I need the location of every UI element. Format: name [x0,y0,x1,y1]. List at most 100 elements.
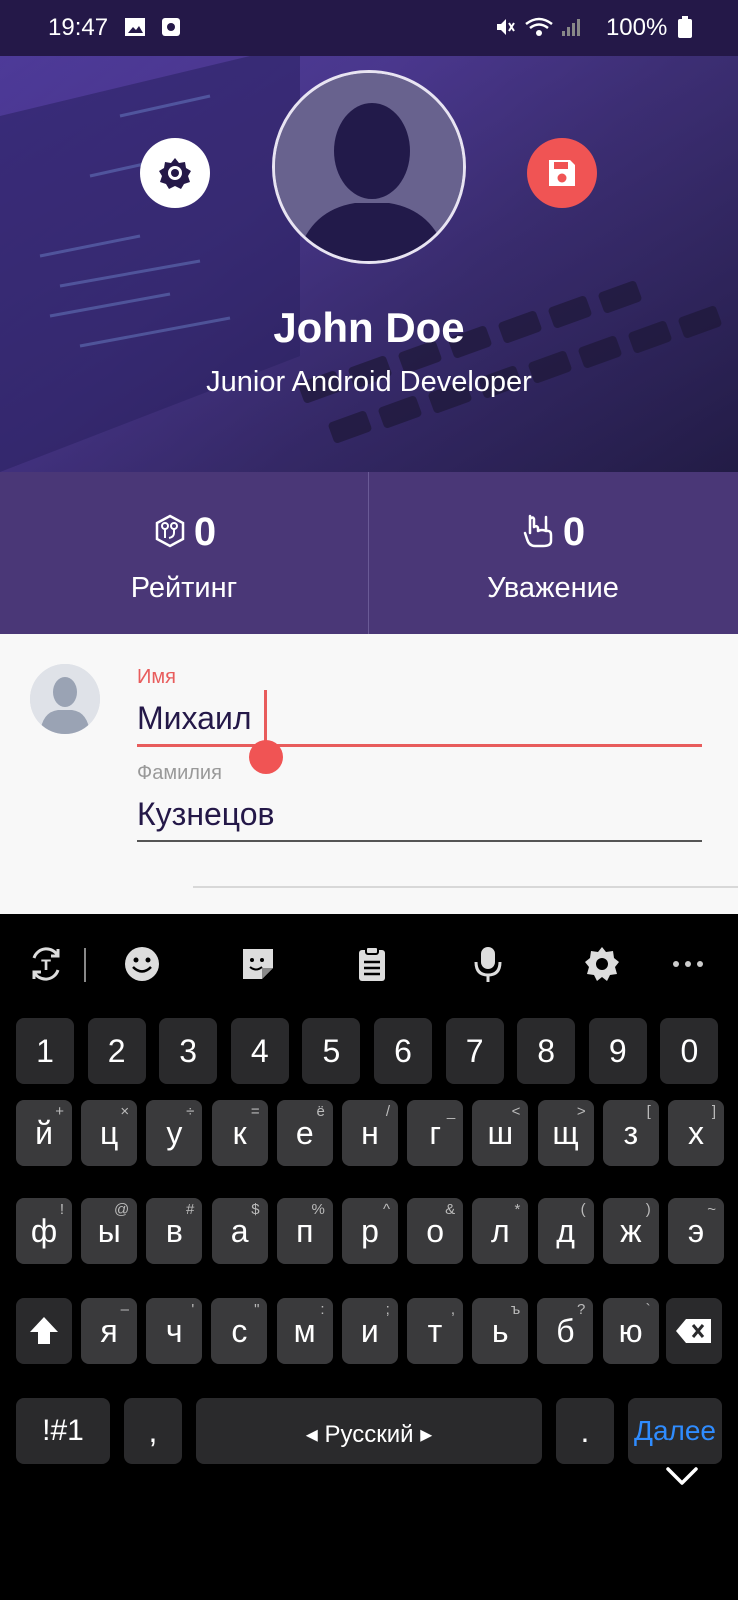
backspace-icon [676,1319,711,1343]
symbols-key[interactable]: !#1 [16,1398,110,1464]
keyboard-settings-icon[interactable] [582,944,622,984]
key-letter[interactable]: + й [16,1100,72,1166]
signal-icon [562,19,580,36]
key-secondary-char: # [186,1201,195,1218]
key-7[interactable]: 7 [445,1018,504,1084]
more-icon[interactable] [668,944,708,984]
translate-icon[interactable]: T [26,944,66,984]
rating-label: Рейтинг [130,572,238,604]
key-letter[interactable]: = к [211,1100,268,1166]
key-letter[interactable]: " с [211,1298,268,1364]
key-4[interactable]: 4 [230,1018,289,1084]
settings-button[interactable] [140,138,210,208]
key-letter[interactable]: ёе [276,1100,333,1166]
key-secondary-char: ъ [510,1301,521,1318]
key-letter[interactable]: _ г [407,1100,464,1166]
last-name-underline [137,840,702,842]
clipboard-icon[interactable] [352,944,392,984]
mic-icon[interactable] [468,944,508,984]
shift-key[interactable] [16,1298,72,1364]
key-letter[interactable]: – я [81,1298,137,1364]
space-label: ◂ Русский ▸ [305,1421,433,1448]
key-secondary-char: / [385,1103,390,1120]
screen-record-icon [162,18,180,36]
key-secondary-char: ) [645,1201,651,1218]
key-letter[interactable]: ` ю [602,1298,659,1364]
key-label: 5 [322,1033,341,1069]
key-label: 0 [680,1033,699,1069]
key-secondary-char: > [576,1103,586,1120]
key-letter[interactable]: ÷ у [146,1100,203,1166]
stat-rating[interactable]: 0 Рейтинг [0,472,368,634]
key-letter[interactable]: ~ э [668,1198,724,1264]
key-letter[interactable]: ; и [341,1298,398,1364]
hide-keyboard-icon[interactable] [660,1454,704,1498]
key-secondary-char: , [450,1301,455,1318]
user-title: Junior Android Developer [206,366,532,398]
key-letter[interactable]: ) ж [602,1198,659,1264]
key-secondary-char: × [120,1103,130,1120]
key-letter[interactable]: < ш [472,1100,529,1166]
key-label: 3 [179,1033,198,1069]
space-key[interactable]: ◂ Русский ▸ [196,1398,542,1464]
last-name-field[interactable] [137,790,702,838]
cursor-handle[interactable] [249,740,283,774]
profile-avatar[interactable] [272,70,466,264]
key-label: !#1 [42,1414,84,1447]
key-secondary-char: * [514,1201,521,1218]
key-letter[interactable]: @ ы [81,1198,138,1264]
stats-panel: 0 Рейтинг 0 Уважение [0,472,738,634]
toolbar-divider [84,948,86,982]
key-letter[interactable]: ъь [472,1298,529,1364]
key-9[interactable]: 9 [588,1018,647,1084]
backspace-key[interactable] [666,1298,722,1364]
status-time: 19:47 [48,14,109,41]
key-secondary-char: $ [251,1201,260,1218]
key-label: . [580,1413,590,1449]
key-label: 1 [36,1033,54,1069]
key-letter[interactable]: ,т [407,1298,463,1364]
sticker-icon[interactable] [238,944,278,984]
rating-badge-icon [155,514,185,548]
key-5[interactable]: 5 [302,1018,361,1084]
key-8[interactable]: 8 [517,1018,576,1084]
wifi-icon [525,17,553,36]
key-letter[interactable]: [з [602,1100,659,1166]
key-letter[interactable]: ^ р [342,1198,398,1264]
key-0[interactable]: 0 [660,1018,719,1084]
key-6[interactable]: 6 [374,1018,432,1084]
key-1[interactable]: 1 [16,1018,74,1084]
key-3[interactable]: 3 [159,1018,218,1084]
key-letter[interactable]: / н [342,1100,398,1166]
key-letter[interactable]: # в [146,1198,203,1264]
key-letter[interactable]: ? б [537,1298,594,1364]
key-secondary-char: ' [191,1301,195,1318]
key-letter[interactable]: % п [276,1198,333,1264]
emoji-icon[interactable] [122,944,162,984]
key-letter[interactable]: $ а [211,1198,268,1264]
key-letter[interactable]: ' ч [146,1298,203,1364]
keyboard: T 1 2 3 4 5 6 7 8 9 0 + й × ц ÷ у = к ё е / н _ г < ш > щ[з] х ! ф @ ы # в… [0,914,738,1600]
key-letter[interactable]: ! ф [16,1198,72,1264]
key-letter[interactable]: * л [472,1198,529,1264]
key-secondary-char: = [250,1103,260,1120]
key-letter[interactable]: > щ [537,1100,594,1166]
profile-header: John Doe Junior Android Developer [0,56,738,472]
save-button[interactable] [527,138,597,208]
key-letter[interactable]: × ц [81,1100,138,1166]
key-label: 6 [394,1033,412,1069]
key-label: 9 [608,1033,627,1069]
key-secondary-char: – [120,1301,129,1318]
key-letter[interactable]: :м [276,1298,333,1364]
key-secondary-char: @ [113,1201,130,1218]
key-2[interactable]: 2 [87,1018,146,1084]
key-letter[interactable]: & о [407,1198,464,1264]
key-letter[interactable]: (д [537,1198,594,1264]
status-bar: 19:47 100% [0,0,738,56]
stat-respect[interactable]: 0 Уважение [369,472,737,634]
key-secondary-char: % [311,1201,325,1218]
key-letter[interactable]: ] х [668,1100,724,1166]
comma-key[interactable]: , [124,1398,182,1464]
period-key[interactable]: . [556,1398,614,1464]
first-name-field[interactable] [137,694,702,742]
